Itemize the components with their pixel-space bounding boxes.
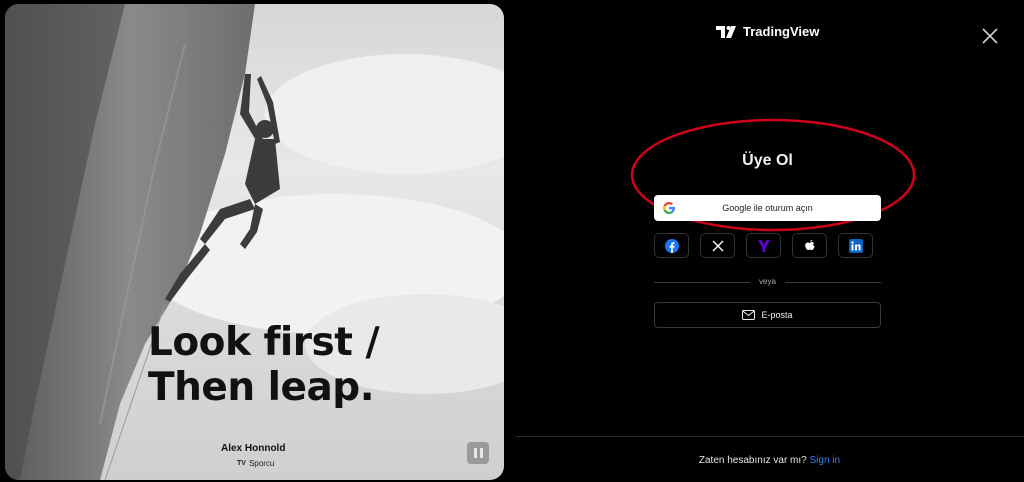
facebook-icon	[664, 238, 679, 253]
email-signup-button[interactable]: E-posta	[654, 302, 881, 328]
x-signin-button[interactable]	[700, 233, 735, 258]
athlete-role-label: Sporcu	[248, 459, 275, 468]
close-icon[interactable]	[980, 26, 1000, 46]
headline-line-1: Look first /	[148, 320, 380, 365]
apple-icon	[804, 239, 815, 250]
social-signin-row	[654, 233, 873, 258]
email-signup-label: E-posta	[761, 310, 793, 320]
athlete-name: Alex Honnold	[221, 443, 286, 454]
apple-signin-button[interactable]	[792, 233, 827, 258]
pause-icon	[473, 448, 477, 458]
linkedin-icon	[848, 238, 863, 253]
hero-image-panel: Look first / Then leap. Alex Honnold TV …	[5, 4, 504, 480]
brand-name: TradingView	[743, 24, 820, 39]
divider-line-right	[785, 282, 881, 283]
footer-divider	[515, 436, 1024, 437]
mail-icon	[742, 310, 756, 320]
pause-button[interactable]	[467, 442, 489, 464]
yahoo-signin-button[interactable]	[746, 233, 781, 258]
brand-logo: TradingView	[716, 24, 819, 39]
hero-headline: Look first / Then leap.	[148, 320, 380, 410]
google-signin-button[interactable]: Google ile oturum açın	[654, 195, 881, 221]
existing-account-prompt: Zaten hesabınız var mı?	[698, 455, 807, 466]
x-icon	[712, 240, 723, 251]
yahoo-icon	[757, 239, 770, 252]
google-signin-label: Google ile oturum açın	[722, 203, 813, 213]
linkedin-signin-button[interactable]	[838, 233, 873, 258]
signin-link[interactable]: Sign in	[810, 455, 841, 466]
footer: Zaten hesabınız var mı? Sign in	[515, 455, 1024, 466]
athlete-role: TV Sporcu	[237, 459, 274, 468]
headline-line-2: Then leap.	[148, 365, 375, 410]
or-divider: veya	[654, 276, 881, 288]
tradingview-logo-icon	[716, 25, 736, 38]
tradingview-mini-logo-icon: TV	[237, 460, 246, 467]
facebook-signin-button[interactable]	[654, 233, 689, 258]
google-icon	[663, 202, 675, 214]
